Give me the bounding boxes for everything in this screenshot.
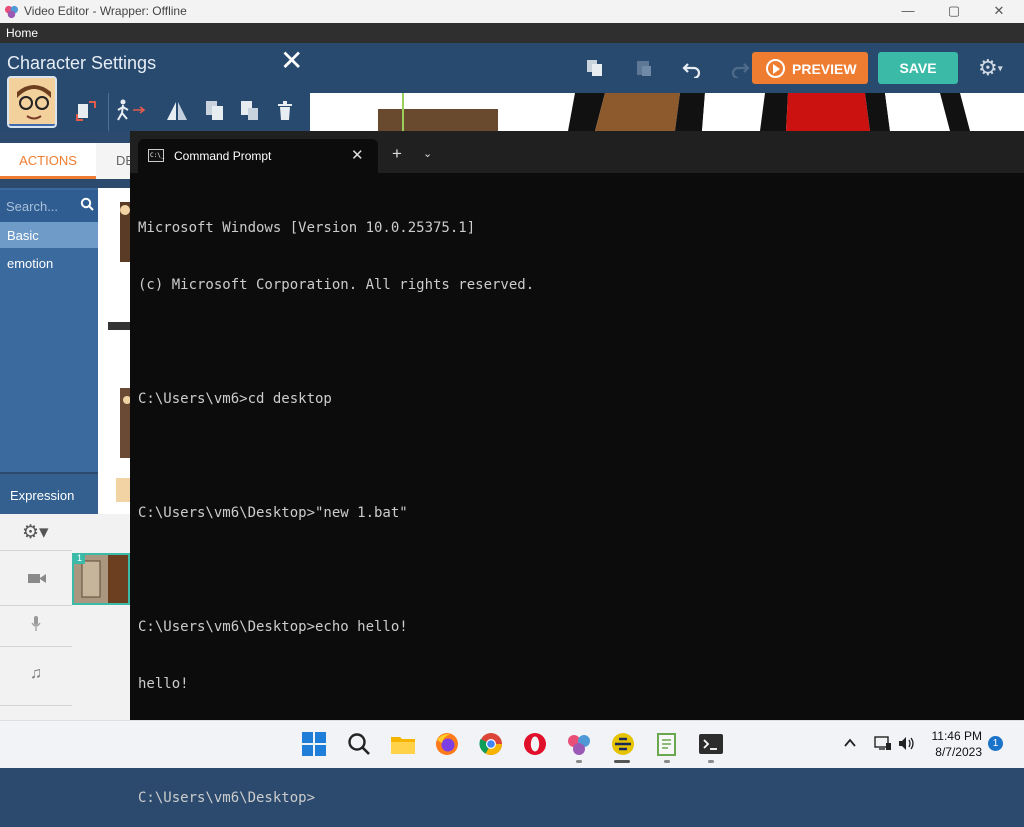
action-thumbnails[interactable] — [98, 188, 130, 514]
terminal-line: C:\Users\vm6\Desktop>echo hello! — [138, 619, 408, 635]
minimize-button[interactable]: — — [885, 0, 931, 23]
terminal-line: Microsoft Windows [Version 10.0.25375.1] — [138, 220, 476, 236]
swap-character-icon[interactable] — [75, 98, 97, 124]
tab-dropdown-icon[interactable]: ⌄ — [423, 147, 432, 160]
timeline-settings-icon[interactable]: ⚙▾ — [22, 521, 49, 544]
terminal-line: C:\Users\vm6>cd desktop — [138, 391, 332, 407]
expression-section[interactable]: Expression — [0, 474, 98, 514]
paste-icon[interactable] — [634, 58, 654, 78]
walk-motion-icon[interactable] — [114, 98, 150, 124]
scene-number-badge: 1 — [74, 553, 85, 564]
chrome-icon[interactable] — [478, 731, 504, 757]
avatar-face-icon — [9, 78, 55, 126]
close-tab-icon[interactable]: ✕ — [351, 146, 364, 164]
microphone-icon — [31, 616, 41, 631]
active-indicator — [614, 760, 630, 763]
copy-icon[interactable] — [585, 58, 605, 78]
undo-icon[interactable] — [682, 58, 702, 78]
yellow-app-icon[interactable] — [610, 731, 636, 757]
terminal-taskbar-icon[interactable] — [698, 731, 724, 757]
video-camera-icon — [28, 574, 46, 583]
clock-date[interactable]: 8/7/2023 — [930, 745, 982, 759]
category-emotion[interactable]: emotion — [0, 250, 98, 276]
menu-bar: Home — [0, 23, 1024, 43]
copy-character-icon[interactable] — [205, 100, 225, 122]
terminal-line: (c) Microsoft Corporation. All rights re… — [138, 277, 535, 293]
flip-icon[interactable] — [164, 100, 190, 122]
stage-preview[interactable] — [310, 93, 1024, 131]
preview-button[interactable]: PREVIEW — [752, 52, 868, 84]
timeline-divider — [0, 605, 72, 606]
music-note-icon: ♫ — [30, 665, 42, 682]
terminal-line: hello! — [138, 676, 189, 692]
trash-icon[interactable] — [277, 101, 293, 121]
terminal-prompt-line: C:\Users\vm6\Desktop> — [138, 790, 316, 806]
running-indicator — [576, 760, 582, 763]
new-tab-button[interactable]: + — [392, 144, 402, 164]
timeline-divider — [0, 705, 72, 706]
redo-icon[interactable] — [730, 58, 750, 78]
app-titlebar: Video Editor - Wrapper: Offline — ▢ ✕ — [0, 0, 1024, 23]
terminal-tab-title: Command Prompt — [174, 149, 272, 163]
timeline-panel — [0, 514, 130, 720]
timeline-divider — [0, 550, 72, 551]
taskbar — [0, 720, 1024, 768]
character-avatar[interactable] — [7, 76, 57, 128]
start-icon[interactable] — [301, 731, 327, 757]
panel-title: Character Settings — [7, 53, 157, 73]
close-window-button[interactable]: ✕ — [976, 0, 1022, 23]
notepad-app-icon[interactable] — [654, 731, 680, 757]
tab-actions[interactable]: ACTIONS — [0, 143, 96, 179]
file-explorer-icon[interactable] — [390, 731, 416, 757]
divider — [108, 93, 109, 131]
paste-character-icon[interactable] — [240, 100, 260, 122]
cmd-icon: C:\_ — [148, 149, 164, 162]
search-icon[interactable] — [80, 197, 94, 211]
clock-time[interactable]: 11:46 PM — [930, 729, 982, 743]
terminal-line: C:\Users\vm6\Desktop>"new 1.bat" — [138, 505, 408, 521]
close-panel-icon[interactable]: ✕ — [280, 47, 303, 75]
volume-icon[interactable] — [898, 736, 916, 751]
category-basic[interactable]: Basic — [0, 222, 98, 248]
timeline-divider — [0, 646, 72, 647]
running-indicator — [664, 760, 670, 763]
firefox-icon[interactable] — [434, 731, 460, 757]
window-title: Video Editor - Wrapper: Offline — [24, 4, 187, 18]
network-icon[interactable] — [874, 735, 892, 751]
running-indicator — [708, 760, 714, 763]
wrapper-logo-icon — [4, 5, 19, 19]
search-placeholder: Search... — [6, 199, 59, 214]
settings-gear-icon[interactable]: ⚙▾ — [978, 55, 1014, 81]
menu-home[interactable]: Home — [6, 26, 38, 40]
maximize-button[interactable]: ▢ — [931, 0, 977, 23]
notification-badge[interactable]: 1 — [988, 736, 1003, 751]
search-taskbar-icon[interactable] — [346, 731, 372, 757]
chevron-up-icon[interactable] — [843, 737, 857, 749]
wrapper-app-icon[interactable] — [566, 731, 592, 757]
save-button[interactable]: SAVE — [878, 52, 958, 84]
opera-icon[interactable] — [522, 731, 548, 757]
play-circle-icon — [766, 59, 785, 78]
